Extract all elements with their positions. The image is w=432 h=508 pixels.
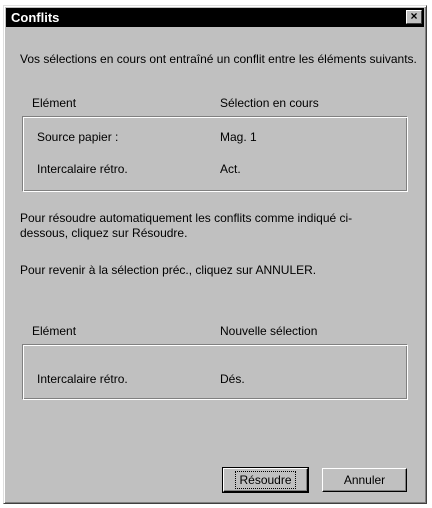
current-header-element: Elément <box>32 96 77 110</box>
new-header-element: Elément <box>32 324 77 338</box>
resolve-button-label: Résoudre <box>235 471 296 489</box>
dialog-title: Conflits <box>11 10 60 25</box>
current-selection-group: Source papier : Mag. 1 Intercalaire rétr… <box>22 116 408 192</box>
title-bar[interactable]: Conflits × <box>6 8 424 27</box>
new-selection-group: Intercalaire rétro. Dés. <box>22 344 408 400</box>
current-row-value: Mag. 1 <box>220 130 257 144</box>
intro-text: Vos sélections en cours ont entraîné un … <box>20 52 417 66</box>
conflicts-dialog: Conflits × Vos sélections en cours ont e… <box>3 5 427 504</box>
current-row-element: Intercalaire rétro. <box>37 162 128 176</box>
close-button[interactable]: × <box>406 10 422 24</box>
new-header-selection: Nouvelle sélection <box>220 324 318 338</box>
current-row-element: Source papier : <box>37 130 119 144</box>
resolve-instructions: Pour résoudre automatiquement les confli… <box>20 211 353 240</box>
cancel-button[interactable]: Annuler <box>322 468 407 492</box>
close-icon: × <box>410 9 418 23</box>
cancel-instructions: Pour revenir à la sélection préc., cliqu… <box>20 263 317 277</box>
cancel-button-label: Annuler <box>343 473 386 487</box>
new-row-value: Dés. <box>220 372 245 386</box>
resolve-button[interactable]: Résoudre <box>222 467 309 493</box>
new-row-element: Intercalaire rétro. <box>37 372 128 386</box>
current-header-selection: Sélection en cours <box>220 96 319 110</box>
current-row-value: Act. <box>220 162 241 176</box>
